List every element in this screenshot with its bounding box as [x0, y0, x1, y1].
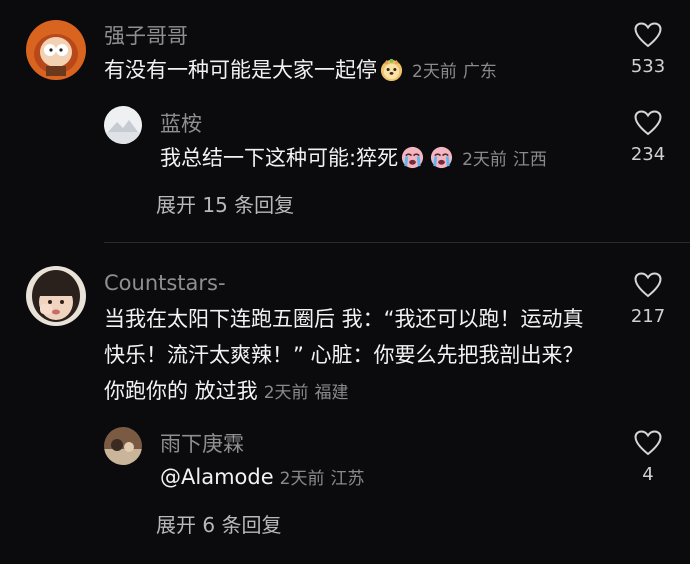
reply-username[interactable]: 雨下庚霖	[160, 428, 244, 458]
reply-username[interactable]: 蓝桉	[160, 108, 202, 138]
reply-like-button[interactable]: 4	[618, 430, 678, 485]
reply-avatar[interactable]	[104, 106, 142, 144]
comment-text: 有没有一种可能是大家一起停 2天前 广东	[104, 52, 574, 90]
reply-text: @Alamode 2天前 江苏	[160, 459, 600, 497]
reply-location: 江苏	[330, 469, 365, 489]
reply-text-content: @Alamode	[160, 465, 274, 489]
child-photo-avatar-icon	[26, 266, 86, 326]
expand-replies-button[interactable]: 展开 6 条回复	[156, 509, 281, 538]
heart-icon	[634, 22, 662, 48]
comment-text: 当我在太阳下连跑五圈后 我：“我还可以跑！运动真快乐！流汗太爽辣！” 心脏：你要…	[104, 301, 604, 411]
reply-time: 2天前	[279, 469, 325, 489]
comment-location: 广东	[462, 62, 497, 82]
comment-username[interactable]: Countstars-	[104, 271, 226, 295]
avatar[interactable]	[26, 266, 86, 326]
reply-time: 2天前	[462, 150, 507, 170]
comment-username[interactable]: 强子哥哥	[104, 20, 188, 50]
puppy-emoji-icon	[380, 58, 403, 82]
reply-text: 我总结一下这种可能:猝死 2天前 江西	[160, 140, 600, 178]
cartoon-character-avatar-icon	[26, 20, 86, 80]
comment-meta: 2天前 福建	[264, 383, 355, 403]
comment-location: 福建	[314, 383, 349, 403]
comment-text-content: 有没有一种可能是大家一起停	[104, 58, 377, 82]
photo-avatar-icon	[104, 427, 142, 465]
heart-icon	[634, 430, 662, 456]
reply-like-count: 234	[630, 144, 666, 165]
crying-face-emoji-icon	[431, 146, 453, 169]
comment-time: 2天前	[263, 383, 309, 403]
like-button[interactable]: 217	[618, 272, 678, 327]
divider	[104, 242, 690, 243]
landscape-avatar-icon	[104, 106, 142, 144]
reply-avatar[interactable]	[104, 427, 142, 465]
like-count: 217	[630, 306, 666, 327]
reply-like-count: 4	[642, 464, 654, 485]
reply-meta: 2天前 江西	[462, 150, 553, 170]
expand-replies-button[interactable]: 展开 15 条回复	[156, 189, 294, 218]
comment-meta: 2天前 广东	[412, 62, 503, 82]
heart-icon	[634, 110, 662, 136]
heart-icon	[634, 272, 662, 298]
comment-time: 2天前	[412, 62, 457, 82]
reply-meta: 2天前 江苏	[280, 469, 371, 489]
reply-location: 江西	[512, 150, 547, 170]
avatar[interactable]	[26, 20, 86, 80]
like-button[interactable]: 533	[618, 22, 678, 77]
crying-face-emoji-icon	[402, 146, 424, 169]
reply-text-content: 我总结一下这种可能:猝死	[160, 146, 399, 170]
like-count: 533	[630, 56, 666, 77]
reply-like-button[interactable]: 234	[618, 110, 678, 165]
